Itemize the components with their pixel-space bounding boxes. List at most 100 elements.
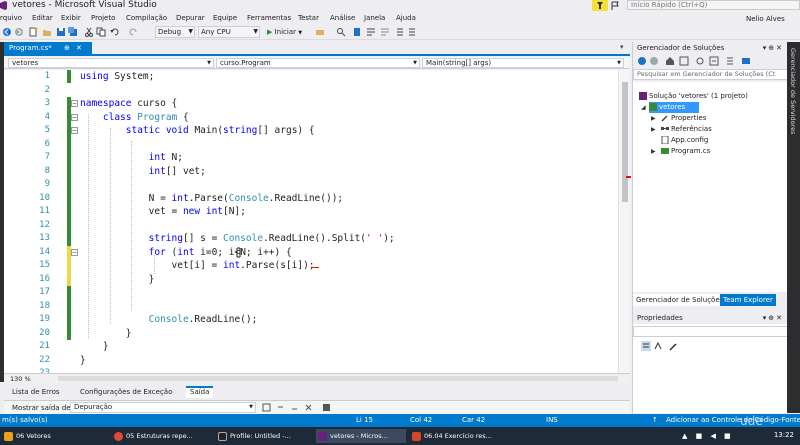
tree-item-properties[interactable]: Properties [661,113,706,124]
code-text[interactable]: } [80,354,86,367]
code-line[interactable]: 11 vet = new int[N]; [4,205,618,219]
signed-in-user[interactable]: Nelio Alves [746,15,785,23]
undo-icon[interactable] [110,27,120,37]
preview-icon[interactable] [741,56,751,66]
expand-arrow-icon[interactable]: ▶ [651,113,656,124]
code-line[interactable]: 3 namespace curso { [4,97,618,111]
collapse-region-icon[interactable]: − [71,100,78,107]
code-line[interactable]: 19 Console.ReadLine(); [4,313,618,327]
code-line[interactable]: 4 class Program { [4,111,618,125]
editor-horizontal-scrollbar[interactable] [58,376,618,381]
taskbar-item[interactable]: 06 Vetores [2,429,108,443]
add-to-source-control-button[interactable]: Adicionar ao Controle do Código-Fonte [666,414,800,427]
pin-icon[interactable]: ⊕ [64,42,70,54]
back-icon[interactable] [2,27,12,37]
solution-configuration-select[interactable]: Debug ▼ [155,26,195,38]
close-icon[interactable]: ✕ [76,42,82,54]
menu-projeto[interactable]: Projeto [91,14,115,22]
collapse-region-icon[interactable]: − [71,127,78,134]
tree-item-app-config[interactable]: App.config [661,135,708,146]
code-text[interactable]: using System; [80,70,154,83]
forward-icon[interactable] [649,56,659,66]
code-line[interactable]: 9 [4,178,618,192]
code-text[interactable]: int[] vet; [80,165,206,178]
save-all-icon[interactable] [68,27,78,37]
start-button[interactable]: ▶ Iniciar ▼ [267,26,302,38]
refresh-icon[interactable] [695,56,705,66]
code-text[interactable]: string[] s = Console.ReadLine().Split(' … [80,232,395,245]
tab-output[interactable]: Saída [186,386,214,398]
code-text[interactable]: } [80,327,132,340]
menu-equipe[interactable]: Equipe [213,14,237,22]
code-line[interactable]: 13 string[] s = Console.ReadLine().Split… [4,232,618,246]
menu-testar[interactable]: Testar [298,14,319,22]
chevron-down-icon[interactable]: ▾ [620,43,624,51]
code-line[interactable]: 1 using System; [4,70,618,84]
system-tray-icons[interactable]: ▲ ■ ◀ ■ [682,432,734,440]
code-editor[interactable]: 1 using System; 2 3 namespace curso {4 class… [4,70,618,378]
copy-icon[interactable] [96,27,106,37]
properties-icon[interactable] [725,56,735,66]
expand-arrow-icon[interactable]: ◢ [641,102,646,113]
code-line[interactable]: 14 for (int i=0; i<N; i++) { [4,246,618,260]
zoom-level[interactable]: 130 % [10,375,31,383]
attach-icon[interactable] [315,27,325,37]
uncomment-icon[interactable] [380,27,390,37]
taskbar-item-active[interactable]: vetores - Micros... [316,429,406,443]
redo-icon[interactable] [128,27,138,37]
categorized-icon[interactable] [641,341,651,351]
code-text[interactable]: } [80,273,155,286]
outdent-icon[interactable] [408,27,418,37]
cut-icon[interactable] [84,27,94,37]
code-line[interactable]: 17 [4,286,618,300]
code-line[interactable]: 10 N = int.Parse(Console.ReadLine()); [4,192,618,206]
expand-arrow-icon[interactable]: ▶ [651,124,656,135]
taskbar-item[interactable]: Profile: Untitled -... [216,429,312,443]
type-selector[interactable]: curso.Program ▼ [216,58,420,68]
expand-arrow-icon[interactable]: ▶ [651,146,656,157]
collapse-all-icon[interactable] [709,56,719,66]
menu-arquivo[interactable]: rquivo [0,14,22,22]
code-text[interactable]: N = int.Parse(Console.ReadLine()); [80,192,344,205]
code-text[interactable]: vet = new int[N]; [80,205,246,218]
properties-object-select[interactable] [633,326,788,337]
tab-program-cs[interactable]: Program.cs* ⊕ ✕ [4,42,92,54]
code-text[interactable]: } [80,340,109,353]
tree-item-program-cs[interactable]: Program.cs [661,146,710,157]
alphabetical-icon[interactable] [653,341,663,351]
pin-icon[interactable]: ⊕ [768,314,776,322]
next-message-icon[interactable] [290,403,299,412]
tab-error-list[interactable]: Lista de Erros [8,386,64,398]
find-message-icon[interactable] [262,403,271,412]
close-icon[interactable]: ✕ [776,44,784,52]
code-text[interactable]: for (int i=0; i<N; i++) { [80,246,292,259]
taskbar-item[interactable]: 06.04 Exercício res... [410,429,506,443]
code-text[interactable]: class Program { [80,111,189,124]
clear-all-icon[interactable] [304,403,313,412]
tree-item-project[interactable]: vetores [649,102,699,113]
taskbar-item[interactable]: 05 Estruturas repe... [112,429,212,443]
code-text[interactable]: static void Main(string[] args) { [80,124,315,137]
switch-views-icon[interactable] [679,56,689,66]
quick-launch-input[interactable]: Início Rápido (Ctrl+Q) [627,0,800,10]
menu-analise[interactable]: Análise [330,14,355,22]
code-text[interactable]: vet[i] = int.Parse(s[i]); [80,259,315,272]
previous-message-icon[interactable] [276,403,285,412]
indent-icon[interactable] [394,27,404,37]
word-wrap-icon[interactable] [322,403,331,412]
code-line[interactable]: 2 [4,84,618,98]
menu-exibir[interactable]: Exibir [61,14,81,22]
feedback-flag-icon[interactable] [611,1,620,10]
pin-icon[interactable]: ⊕ [768,44,776,52]
menu-editar[interactable]: Editar [32,14,53,22]
open-file-icon[interactable] [42,27,52,37]
comment-icon[interactable] [366,27,376,37]
tree-item-solution[interactable]: Solução 'vetores' (1 projeto) [639,91,748,102]
collapse-region-icon[interactable]: − [71,113,78,121]
code-line[interactable]: 6 [4,138,618,152]
collapse-region-icon[interactable]: − [71,248,78,256]
scroll-thumb[interactable] [622,82,628,202]
code-text[interactable]: Console.ReadLine(); [80,313,258,326]
tree-item-references[interactable]: Referências [661,124,712,135]
back-icon[interactable] [637,56,647,66]
